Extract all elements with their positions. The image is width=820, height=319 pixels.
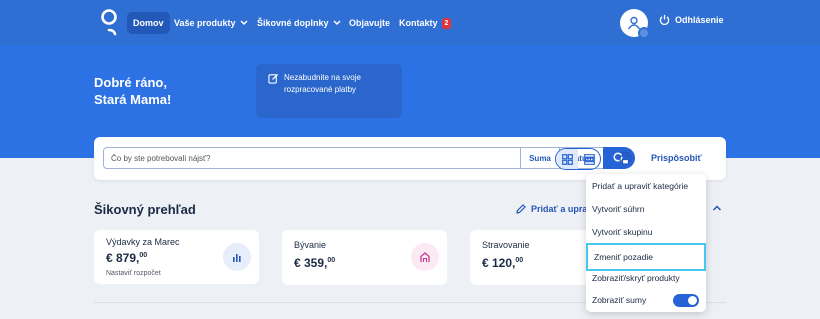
chevron-down-icon [240,20,248,26]
print-icon[interactable] [619,152,632,165]
logout-label: Odhlásenie [675,14,724,25]
nav-item-addons[interactable]: Šikovné doplnky [257,12,341,34]
avatar-status-icon [638,27,650,39]
search-input[interactable] [103,147,521,169]
greeting-line-2: Stará Mama! [94,92,172,107]
card-amount: € 120,00 [482,256,523,270]
card-amount-cents: 00 [139,252,148,259]
menu-item-create-summary[interactable]: Vytvoriť súhrn [586,198,706,220]
add-edit-link[interactable]: Pridať a upraviť [516,204,586,214]
nav-item-products[interactable]: Vaše produkty [174,12,248,34]
notice-text: Nezabudnite na svoje rozpracované platby [284,73,361,94]
nav-item-contacts-label: Kontakty [399,18,438,28]
card-amount: € 879,00 [106,251,147,265]
list-view-button[interactable] [578,149,600,169]
card-label: Bývanie [294,240,327,250]
greeting: Dobré ráno, Stará Mama! [94,74,171,108]
menu-item-change-background[interactable]: Zmeniť pozadie [586,243,706,271]
nav-item-home-label: Domov [133,18,164,28]
pencil-icon [516,204,526,214]
nav-item-products-label: Vaše produkty [174,18,236,28]
card-amount: € 359,00 [294,256,335,270]
card-amount-value: € 879, [106,251,140,265]
card-label: Výdavky za Marec [106,237,180,247]
card-label: Stravovanie [482,240,530,250]
customize-button[interactable]: Prispôsobiť [651,153,702,163]
nav-item-discover-label: Objavujte [349,18,391,28]
bank-logo-icon[interactable] [98,8,120,36]
overview-card-expenses[interactable]: Výdavky za Marec € 879,00 Nastaviť rozpo… [94,230,259,284]
house-icon [411,243,439,271]
greeting-line-1: Dobré ráno, [94,75,167,90]
section-title: Šikovný prehľad [94,202,196,217]
set-budget-link[interactable]: Nastaviť rozpočet [106,270,161,277]
view-toggle [555,148,601,170]
notification-badge: 2 [441,17,452,29]
overview-card-food[interactable]: Stravovanie € 120,00 [470,230,605,285]
edit-icon [268,73,279,84]
add-edit-label: Pridať a upraviť [531,204,586,214]
menu-item-show-amounts[interactable]: Zobraziť sumy [586,289,706,311]
list-icon [583,153,595,165]
user-avatar[interactable] [620,9,650,39]
nav-item-home[interactable]: Domov [127,12,170,34]
overview-card-housing[interactable]: Bývanie € 359,00 [282,230,447,285]
power-icon [659,14,670,25]
card-amount-value: € 359, [294,256,328,270]
chevron-up-icon[interactable] [712,204,722,212]
nav-item-addons-label: Šikovné doplnky [257,18,329,28]
pending-payments-notice[interactable]: Nezabudnite na svoje rozpracované platby [256,64,402,118]
customize-dropdown-menu: Pridať a upraviť kategórie Vytvoriť súhr… [586,174,706,312]
card-amount-value: € 120, [482,256,516,270]
chevron-down-icon [333,20,341,26]
grid-view-button[interactable] [556,149,578,169]
show-amounts-toggle[interactable] [673,294,699,307]
menu-item-create-group[interactable]: Vytvoriť skupinu [586,221,706,243]
grid-icon [561,153,573,165]
bar-chart-icon [223,243,251,271]
card-amount-cents: 00 [327,257,336,264]
nav-item-contacts[interactable]: Kontakty 2 [399,12,452,34]
menu-item-categories[interactable]: Pridať a upraviť kategórie [586,175,706,197]
card-amount-cents: 00 [515,257,524,264]
logout-button[interactable]: Odhlásenie [659,14,724,25]
nav-item-discover[interactable]: Objavujte [349,12,390,34]
filter-amount-label: Suma [529,153,551,163]
menu-item-show-amounts-label: Zobraziť sumy [592,295,647,305]
